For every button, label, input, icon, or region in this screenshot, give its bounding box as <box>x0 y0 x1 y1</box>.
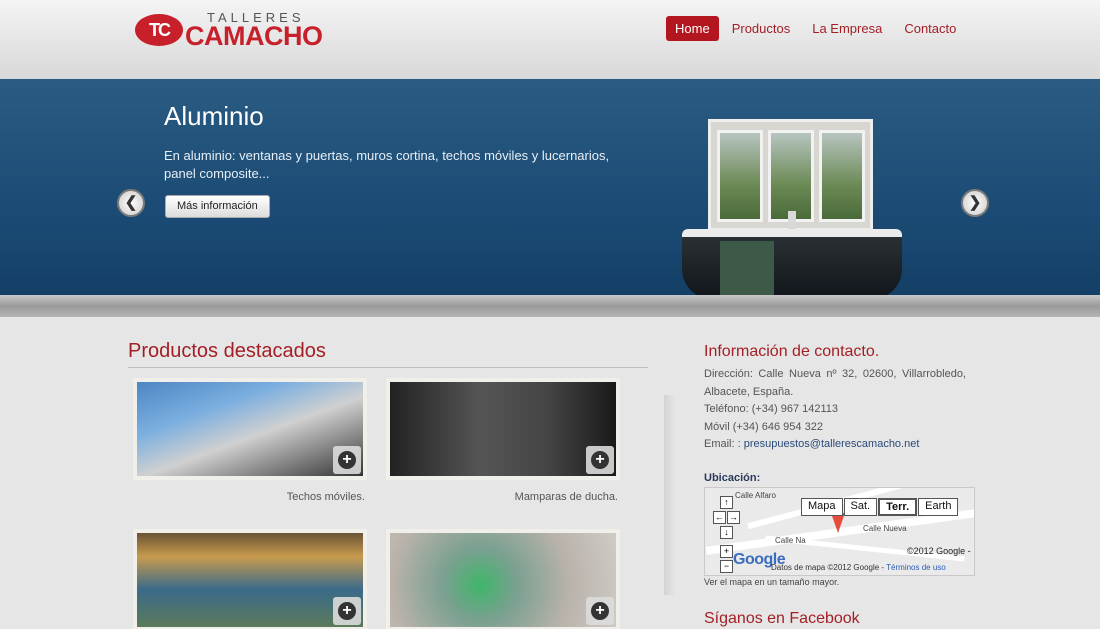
site-logo[interactable]: TC TALLERES CAMACHO <box>135 10 325 51</box>
plus-icon[interactable]: + <box>333 597 361 625</box>
product-thumb-mosquiteras[interactable]: + <box>386 529 620 629</box>
window-pane <box>717 130 763 222</box>
map-embed[interactable]: Calle Alfaro Calle Nueva Calle Na Mapa S… <box>704 487 975 576</box>
products-divider <box>128 367 648 368</box>
map-copyright: ©2012 Google - <box>907 546 971 556</box>
contact-email-link[interactable]: presupuestos@tallerescamacho.net <box>744 438 920 450</box>
contact-heading: Información de contacto. <box>704 343 880 360</box>
map-type-terr[interactable]: Terr. <box>878 498 918 516</box>
slider-prev-icon[interactable]: ❮ <box>117 189 145 217</box>
location-heading: Ubicación: <box>704 472 761 484</box>
pan-up-icon[interactable]: ↑ <box>720 496 733 509</box>
map-type-earth[interactable]: Earth <box>918 498 959 516</box>
contact-email-label: Email: : <box>704 438 741 450</box>
hero-slider: Aluminio En aluminio: ventanas y puertas… <box>0 79 1100 317</box>
slide-title: Aluminio <box>164 101 264 131</box>
pan-left-icon[interactable]: ← <box>713 511 726 524</box>
main-nav: Home Productos La Empresa Contacto <box>666 16 969 41</box>
pan-right-icon[interactable]: → <box>727 511 740 524</box>
facebook-heading: Síganos en Facebook <box>704 610 860 627</box>
zoom-out-icon[interactable]: − <box>720 560 733 573</box>
map-type-sat[interactable]: Sat. <box>843 498 878 516</box>
contact-info: Dirección: Calle Nueva nº 32, 02600, Vil… <box>704 366 966 454</box>
contact-address: Dirección: Calle Nueva nº 32, 02600, Vil… <box>704 368 966 398</box>
logo-name: CAMACHO <box>185 21 323 51</box>
logo-mark: TC <box>135 14 183 46</box>
product-caption[interactable]: Techos móviles. <box>131 491 365 503</box>
map-street-label: Calle Na <box>775 536 806 545</box>
map-street-label: Calle Alfaro <box>735 491 776 500</box>
column-divider <box>664 395 676 595</box>
product-thumb-mamparas[interactable]: + <box>386 378 620 480</box>
product-thumb-toldos[interactable]: + <box>133 529 367 629</box>
slide-description: En aluminio: ventanas y puertas, muros c… <box>164 148 610 181</box>
nav-productos[interactable]: Productos <box>723 16 800 41</box>
larger-map-link[interactable]: Ver el mapa en un tamaño mayor. <box>704 577 839 587</box>
product-thumb-techos[interactable]: + <box>133 378 367 480</box>
bathtub-illustration <box>682 229 902 299</box>
towel-illustration <box>720 241 774 301</box>
map-terms-link[interactable]: Términos de uso <box>886 563 946 572</box>
site-header: TC TALLERES CAMACHO Home Productos La Em… <box>0 0 1100 79</box>
product-caption[interactable]: Mamparas de ducha. <box>384 491 618 503</box>
slide-image <box>660 79 950 301</box>
map-attribution: Datos de mapa ©2012 Google - Términos de… <box>771 563 946 572</box>
contact-email-row: Email: : presupuestos@tallerescamacho.ne… <box>704 436 966 454</box>
window-pane <box>768 130 814 222</box>
contact-phone: Teléfono: (+34) 967 142113 <box>704 403 839 415</box>
map-type-buttons: Mapa Sat. Terr. Earth <box>801 498 959 516</box>
nav-home[interactable]: Home <box>666 16 719 41</box>
zoom-in-icon[interactable]: + <box>720 545 733 558</box>
slider-bottom-bar <box>0 295 1100 317</box>
products-heading: Productos destacados <box>128 340 326 362</box>
pan-down-icon[interactable]: ↓ <box>720 526 733 539</box>
nav-la-empresa[interactable]: La Empresa <box>803 16 891 41</box>
plus-icon[interactable]: + <box>586 446 614 474</box>
map-marker-icon[interactable] <box>831 513 845 533</box>
map-type-mapa[interactable]: Mapa <box>801 498 843 516</box>
map-street-label: Calle Nueva <box>863 524 907 533</box>
plus-icon[interactable]: + <box>586 597 614 625</box>
contact-mobile: Móvil (+34) 646 954 322 <box>704 420 823 433</box>
nav-contacto[interactable]: Contacto <box>895 16 965 41</box>
window-pane <box>819 130 865 222</box>
more-info-button[interactable]: Más información <box>165 195 270 218</box>
slider-next-icon[interactable]: ❯ <box>961 189 989 217</box>
plus-icon[interactable]: + <box>333 446 361 474</box>
